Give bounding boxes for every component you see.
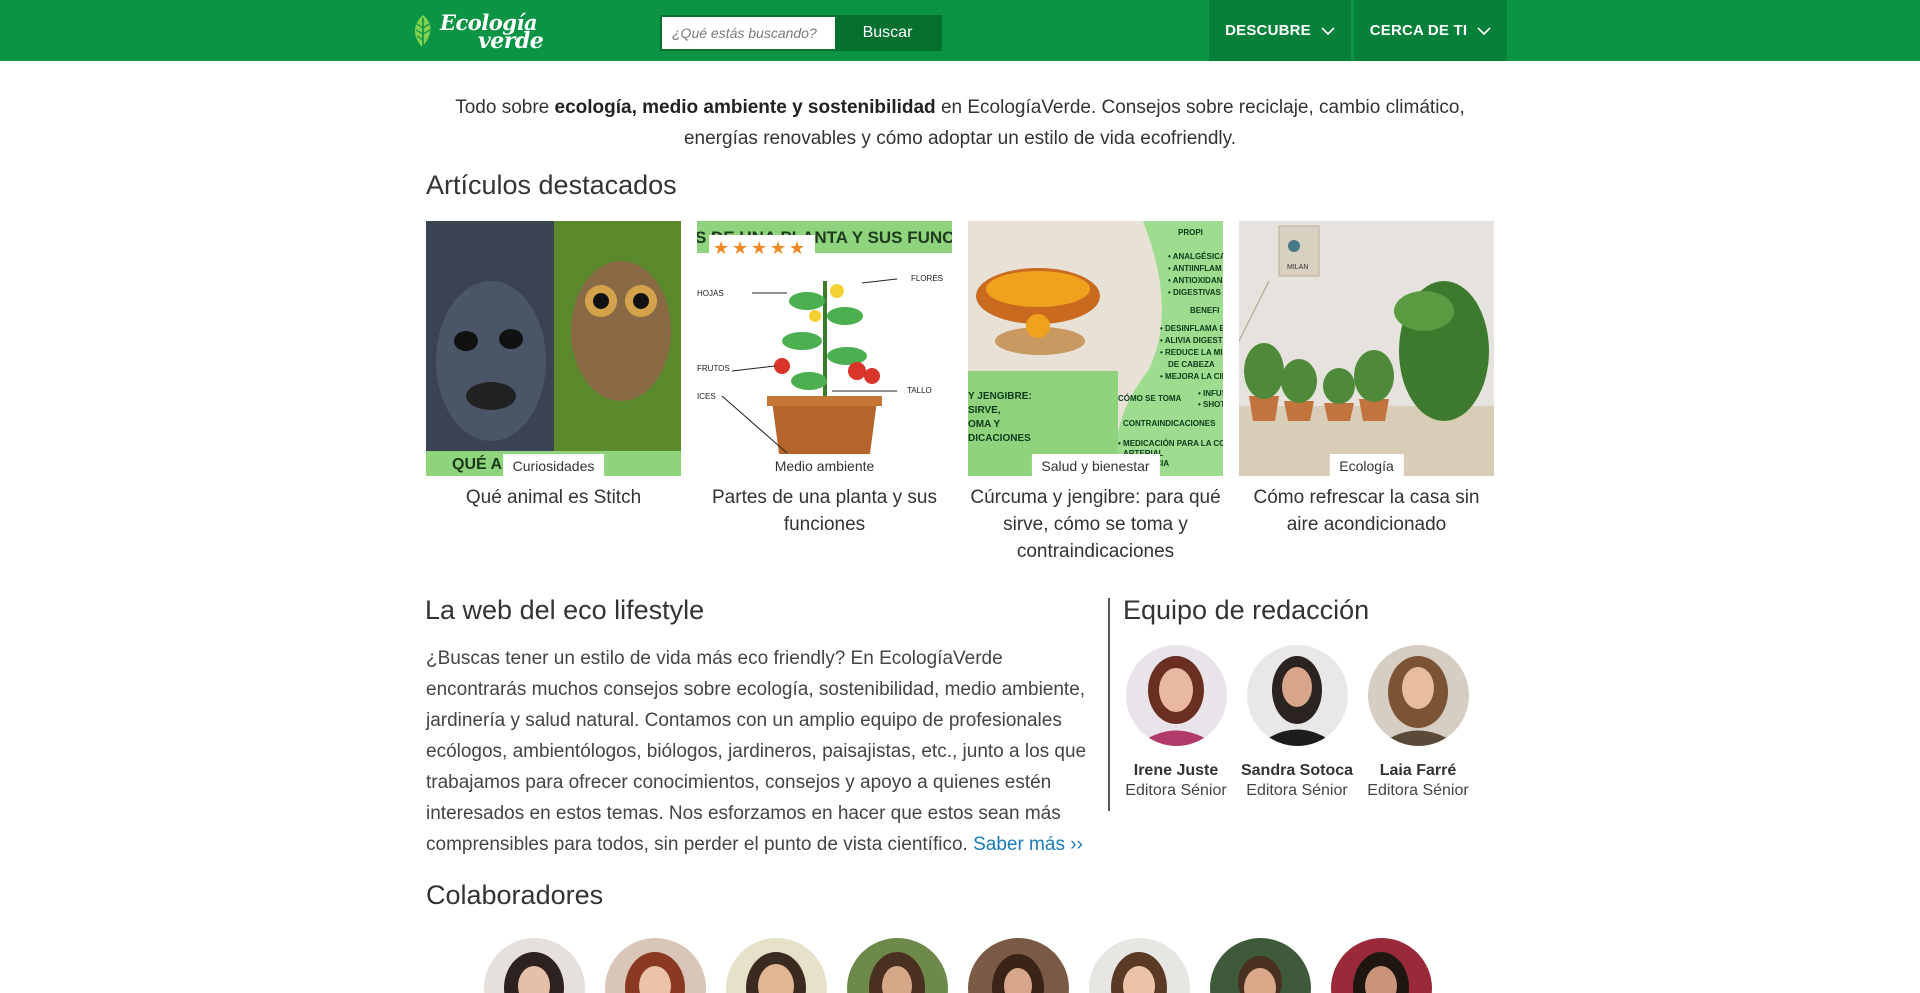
avatar[interactable] [1246, 645, 1348, 746]
chevron-down-icon [1321, 26, 1335, 35]
eco-lifestyle-title: La web del eco lifestyle [425, 595, 705, 625]
article-category-tag[interactable]: Medio ambiente [764, 454, 885, 476]
svg-text:★: ★ [713, 238, 729, 259]
svg-text:• REDUCE LA MIGRAÑ: • REDUCE LA MIGRAÑ [1160, 348, 1223, 357]
intro-text-bold: ecología, medio ambiente y sostenibilida… [554, 97, 936, 118]
collaborator-avatar[interactable] [968, 938, 1069, 993]
member-name[interactable]: Irene Juste [1111, 762, 1241, 780]
svg-text:Y JENGIBRE:: Y JENGIBRE: [968, 391, 1032, 402]
search-input[interactable] [662, 17, 835, 49]
article-image: MILAN Ecología [1239, 221, 1494, 476]
image-caption-text: MILAN [1287, 264, 1308, 271]
member-role: Editora Sénior [1367, 782, 1469, 799]
svg-text:CONTRAINDICACIONES: CONTRAINDICACIONES [1123, 419, 1216, 428]
collaborator-avatar[interactable] [1331, 938, 1432, 993]
svg-text:• DESINFLAMA EL CUER: • DESINFLAMA EL CUER [1160, 324, 1223, 333]
avatar[interactable] [1125, 645, 1227, 746]
svg-text:FLORES: FLORES [911, 274, 943, 283]
article-category-tag[interactable]: Curiosidades [502, 454, 605, 476]
collaborator-avatar[interactable] [726, 938, 827, 993]
svg-text:• ANTIINFLAM: • ANTIINFLAM [1168, 264, 1222, 273]
collaborator-avatar[interactable] [1089, 938, 1190, 993]
svg-text:TALLO: TALLO [907, 386, 932, 395]
svg-text:• MEDICACIÓN PARA LA COA: • MEDICACIÓN PARA LA COA [1118, 439, 1223, 448]
collaborator-avatar[interactable] [484, 938, 585, 993]
svg-text:• DIGESTIVAS: • DIGESTIVAS [1168, 288, 1222, 297]
member-role: Editora Sénior [1246, 782, 1348, 799]
svg-text:• SHOT: • SHOT [1198, 400, 1223, 409]
learn-more-link[interactable]: Saber más ›› [973, 834, 1083, 855]
intro-text: Todo sobre ecología, medio ambiente y so… [430, 92, 1490, 154]
svg-text:DE CABEZA: DE CABEZA [1168, 360, 1215, 369]
svg-text:★: ★ [789, 238, 805, 259]
article-title[interactable]: Cómo refrescar la casa sin aire acondici… [1239, 484, 1494, 538]
intro-text-start: Todo sobre [455, 97, 555, 118]
member-name[interactable]: Laia Farré [1353, 762, 1483, 780]
nav-discover-menu[interactable]: DESCUBRE [1209, 0, 1351, 61]
logo-wordmark: Ecología verde [440, 10, 544, 54]
nav-discover-label: DESCUBRE [1225, 22, 1311, 39]
svg-text:FRUTOS: FRUTOS [697, 364, 730, 373]
featured-articles-title: Artículos destacados [426, 170, 677, 200]
image-caption-text: QUÉ A [452, 454, 503, 473]
section-divider [1108, 598, 1110, 811]
search-bar: Buscar [660, 15, 942, 51]
search-button[interactable]: Buscar [835, 17, 940, 49]
editorial-team-title: Equipo de redacción [1123, 595, 1370, 625]
collaborator-avatar[interactable] [1210, 938, 1311, 993]
member-name[interactable]: Sandra Sotoca [1232, 762, 1362, 780]
svg-text:BENEFI: BENEFI [1190, 306, 1219, 315]
collaborator-avatar[interactable] [847, 938, 948, 993]
article-card[interactable]: S DE UNA PLANTA Y SUS FUNC ★ ★ ★ ★ ★ HOJ… [697, 221, 952, 538]
svg-text:SIRVE,: SIRVE, [968, 405, 1001, 416]
svg-text:• ANTIOXIDAN: • ANTIOXIDAN [1168, 276, 1223, 285]
article-image: S DE UNA PLANTA Y SUS FUNC ★ ★ ★ ★ ★ HOJ… [697, 221, 952, 476]
svg-text:CÓMO SE TOMA: CÓMO SE TOMA [1118, 394, 1182, 403]
nav-near-you-menu[interactable]: CERCA DE TI [1354, 0, 1507, 61]
article-card[interactable]: QUÉ A Curiosidades Qué animal es Stitch [426, 221, 681, 511]
svg-text:★: ★ [732, 238, 748, 259]
leaf-icon [414, 15, 431, 48]
article-card[interactable]: MILAN Ecología Cómo refrescar la casa si… [1239, 221, 1494, 538]
article-category-tag[interactable]: Ecología [1329, 454, 1404, 476]
team-member[interactable]: Sandra Sotoca Editora Sénior [1232, 645, 1362, 800]
collaborators-title: Colaboradores [426, 880, 604, 910]
article-image: QUÉ A Curiosidades [426, 221, 681, 476]
svg-text:• INFUS: • INFUS [1198, 389, 1223, 398]
svg-text:ICES: ICES [697, 392, 716, 401]
svg-text:HOJAS: HOJAS [697, 289, 724, 298]
svg-text:★: ★ [751, 238, 767, 259]
image-caption-text: PROPI [1178, 228, 1203, 237]
svg-text:• MEJORA LA CIRCULAC: • MEJORA LA CIRCULAC [1160, 372, 1223, 381]
article-title[interactable]: Cúrcuma y jengibre: para qué sirve, cómo… [968, 484, 1223, 565]
svg-text:• ALIVIA DIGESTIONES: • ALIVIA DIGESTIONES [1160, 336, 1223, 345]
eco-lifestyle-body: ¿Buscas tener un estilo de vida más eco … [426, 648, 1087, 855]
article-title[interactable]: Partes de una planta y sus funciones [697, 484, 952, 538]
site-header: Ecologíaverde Buscar DESCUBRE CERCA DE T… [0, 0, 1920, 61]
member-role: Editora Sénior [1125, 782, 1227, 799]
nav-near-you-label: CERCA DE TI [1369, 22, 1468, 39]
svg-text:★: ★ [770, 238, 786, 259]
article-title[interactable]: Qué animal es Stitch [426, 484, 681, 511]
avatar[interactable] [1367, 645, 1469, 746]
svg-text:DICACIONES: DICACIONES [968, 433, 1031, 444]
article-card[interactable]: PROPI • ANALGÉSICA • ANTIINFLAM • ANTIOX… [968, 221, 1223, 565]
svg-text:OMA Y: OMA Y [968, 419, 1001, 430]
article-image: PROPI • ANALGÉSICA • ANTIINFLAM • ANTIOX… [968, 221, 1223, 476]
eco-lifestyle-text: ¿Buscas tener un estilo de vida más eco … [426, 643, 1096, 860]
collaborator-avatar[interactable] [605, 938, 706, 993]
chevron-down-icon [1477, 26, 1491, 35]
team-member[interactable]: Laia Farré Editora Sénior [1353, 645, 1483, 800]
site-logo[interactable]: Ecología verde [410, 10, 544, 54]
svg-text:• ANALGÉSICA: • ANALGÉSICA [1168, 252, 1223, 261]
team-member[interactable]: Irene Juste Editora Sénior [1111, 645, 1241, 800]
article-category-tag[interactable]: Salud y bienestar [1031, 454, 1160, 476]
